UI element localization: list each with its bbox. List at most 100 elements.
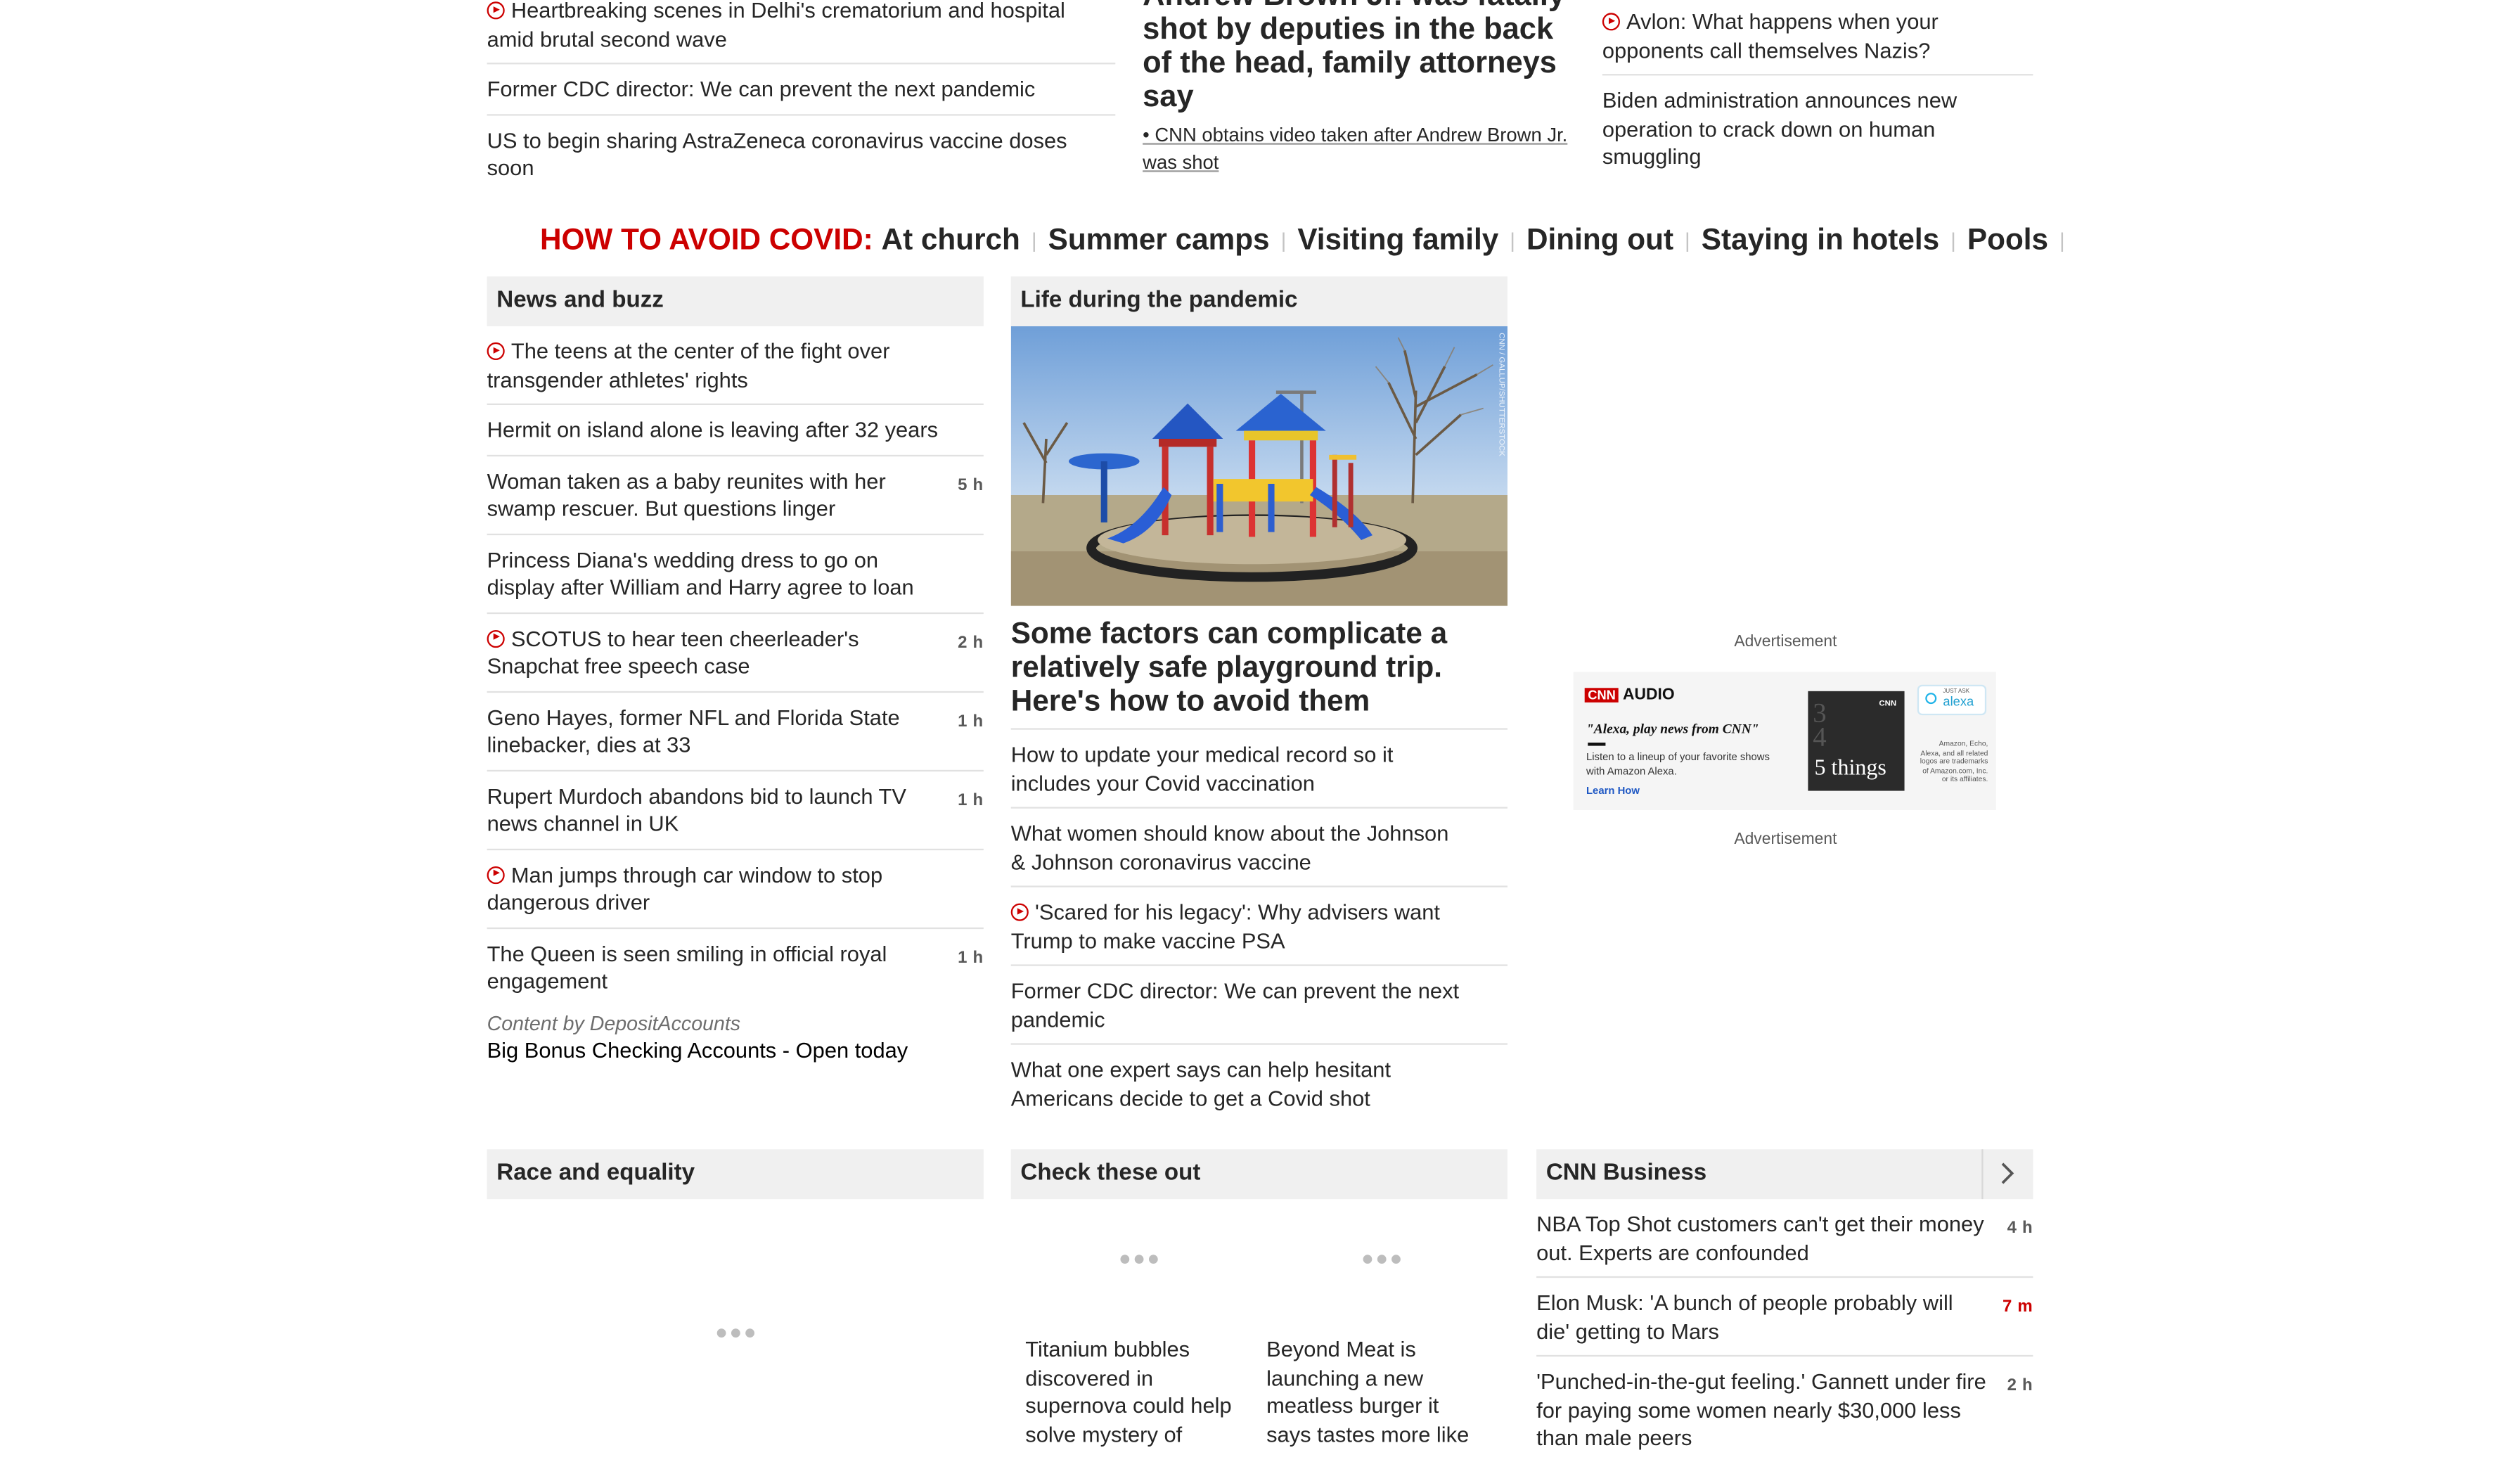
- list-item[interactable]: 'Punched-in-the-gut feeling.' Gannett un…: [1536, 1357, 2033, 1462]
- pandemic-section: Life during the pandemic CNN / GALLUP/SH…: [1010, 276, 1508, 1122]
- section-header[interactable]: Race and equality: [487, 1149, 984, 1200]
- news-buzz-section: News and buzz The teens at the center of…: [487, 276, 984, 1062]
- headline-text[interactable]: Former CDC director: We can prevent the …: [1011, 979, 1459, 1031]
- related-link[interactable]: • CNN obtains video taken after Andrew B…: [1143, 122, 1580, 177]
- sponsor-label: Content by DepositAccounts: [487, 1011, 741, 1034]
- ad-label: Advertisement: [1734, 633, 1837, 651]
- section-header[interactable]: News and buzz: [487, 276, 984, 326]
- timestamp: 7 m: [2002, 1297, 2033, 1316]
- play-icon: [487, 865, 505, 883]
- list-item[interactable]: Geno Hayes, former NFL and Florida State…: [487, 692, 984, 771]
- promo-card[interactable]: Beyond Meat is launching a new meatless …: [1266, 1335, 1484, 1448]
- list-item[interactable]: SCOTUS to hear teen cheerleader's Snapch…: [487, 613, 984, 692]
- ad-label: Advertisement: [1734, 831, 1837, 849]
- list-item[interactable]: What one expert says can help hesitant A…: [1011, 1045, 1508, 1122]
- list-item[interactable]: Avlon: What happens when your opponents …: [1602, 0, 2033, 76]
- headline-text[interactable]: NBA Top Shot customers can't get their m…: [1536, 1212, 1984, 1264]
- timestamp: 1 h: [958, 711, 984, 731]
- headline-text[interactable]: Geno Hayes, former NFL and Florida State…: [487, 705, 900, 757]
- howto-link-hotels[interactable]: Staying in hotels: [1702, 222, 1939, 255]
- list-item[interactable]: Rupert Murdoch abandons bid to launch TV…: [487, 771, 984, 849]
- timestamp: 2 h: [2007, 1376, 2033, 1395]
- image-credit: CNN / GALLUP/SHUTTERSTOCK: [1496, 333, 1506, 456]
- headline-text[interactable]: Hermit on island alone is leaving after …: [487, 418, 938, 442]
- list-item[interactable]: How to update your medical record so it …: [1010, 730, 1508, 809]
- list-item[interactable]: 'Scared for his legacy': Why advisers wa…: [1010, 887, 1508, 966]
- headline-text[interactable]: How to update your medical record so it …: [1011, 743, 1394, 795]
- pandemic-list: How to update your medical record so it …: [1010, 730, 1508, 1122]
- ad-legal: Amazon, Echo, Alexa, and all related log…: [1920, 739, 1988, 783]
- headline-text[interactable]: Rupert Murdoch abandons bid to launch TV…: [487, 783, 906, 835]
- play-icon: [1602, 13, 1620, 31]
- howto-link-church[interactable]: At church: [882, 222, 1020, 255]
- timestamp: 4 h: [2007, 1218, 2033, 1238]
- list-item[interactable]: Man jumps through car window to stop dan…: [487, 849, 984, 928]
- how-to-avoid-covid-bar: HOW TO AVOID COVID: At church | Summer cam…: [539, 222, 2065, 256]
- headline-text[interactable]: 'Scared for his legacy': Why advisers wa…: [1011, 900, 1440, 952]
- headline-text[interactable]: What one expert says can help hesitant A…: [1011, 1058, 1391, 1110]
- list-item[interactable]: US to begin sharing AstraZeneca coronavi…: [487, 115, 1116, 192]
- alexa-ring-icon: [1925, 693, 1937, 705]
- section-header[interactable]: Check these out: [1010, 1149, 1508, 1200]
- timestamp: 5 h: [958, 475, 984, 494]
- timestamp: 1 h: [958, 947, 984, 967]
- race-section: Race and equality ●●●: [487, 1149, 984, 1344]
- section-header[interactable]: Life during the pandemic: [1010, 276, 1508, 326]
- play-icon: [487, 342, 505, 360]
- learn-how-link[interactable]: Learn How: [1586, 786, 1640, 797]
- list-item[interactable]: Hermit on island alone is leaving after …: [487, 405, 984, 456]
- list-item[interactable]: Biden administration announces new opera…: [1602, 75, 2033, 181]
- playground-image[interactable]: CNN / GALLUP/SHUTTERSTOCK: [1010, 326, 1508, 606]
- play-icon: [487, 629, 505, 647]
- headline[interactable]: Andrew Brown Jr. was fatally shot by dep…: [1143, 0, 1580, 114]
- list-item[interactable]: Elon Musk: 'A bunch of people probably w…: [1536, 1278, 2033, 1357]
- headline-text[interactable]: Woman taken as a baby reunites with her …: [487, 468, 886, 520]
- headline-text[interactable]: What women should know about the Johnson…: [1011, 821, 1449, 873]
- list-item[interactable]: NBA Top Shot customers can't get their m…: [1536, 1199, 2033, 1278]
- list-item[interactable]: Princess Diana's wedding dress to go on …: [487, 534, 984, 613]
- timestamp: 2 h: [958, 632, 984, 652]
- loading-indicator: ●●●: [1118, 1245, 1162, 1270]
- timestamp: 1 h: [958, 790, 984, 809]
- five-things-tile: 34 5 things CNN: [1808, 691, 1905, 791]
- top-right-list: Avlon: What happens when your opponents …: [1602, 0, 2033, 181]
- headline-text[interactable]: The teens at the center of the fight ove…: [487, 339, 890, 391]
- headline-text[interactable]: The Queen is seen smiling in official ro…: [487, 941, 887, 993]
- list-item[interactable]: Woman taken as a baby reunites with her …: [487, 456, 984, 534]
- list-item[interactable]: Former CDC director: We can prevent the …: [1010, 966, 1508, 1045]
- promo-card[interactable]: Titanium bubbles discovered in supernova…: [1025, 1335, 1238, 1448]
- play-icon: [1010, 903, 1029, 921]
- feature-headline[interactable]: Some factors can complicate a relatively…: [1010, 615, 1508, 730]
- news-buzz-list: The teens at the center of the fight ove…: [487, 326, 984, 1006]
- headline-text[interactable]: Man jumps through car window to stop dan…: [487, 862, 883, 914]
- howto-label: HOW TO AVOID COVID:: [539, 222, 873, 256]
- howto-link-camps[interactable]: Summer camps: [1048, 222, 1270, 255]
- loading-indicator: ●●●: [715, 1319, 758, 1344]
- audio-label: AUDIO: [1623, 686, 1675, 705]
- howto-link-family[interactable]: Visiting family: [1297, 222, 1498, 255]
- headline-text[interactable]: 'Punched-in-the-gut feeling.' Gannett un…: [1536, 1369, 1986, 1449]
- top-center-story: Andrew Brown Jr. was fatally shot by dep…: [1143, 0, 1580, 177]
- headline-text[interactable]: SCOTUS to hear teen cheerleader's Snapch…: [487, 626, 859, 678]
- sponsor-link[interactable]: Big Bonus Checking Accounts - Open today: [487, 1037, 984, 1061]
- list-item[interactable]: What women should know about the Johnson…: [1010, 809, 1508, 887]
- chevron-right-icon[interactable]: [1981, 1149, 2033, 1200]
- loading-indicator: ●●●: [1361, 1245, 1404, 1270]
- list-item[interactable]: The Queen is seen smiling in official ro…: [487, 928, 984, 1006]
- ad-quote: "Alexa, play news from CNN": [1586, 719, 1759, 736]
- cnn-logo: CNN: [1584, 688, 1619, 703]
- top-left-list: Heartbreaking scenes in Delhi's cremator…: [487, 0, 1116, 192]
- business-section: CNN Business NBA Top Shot customers can'…: [1536, 1149, 2033, 1462]
- headline-text[interactable]: Elon Musk: 'A bunch of people probably w…: [1536, 1290, 1953, 1342]
- howto-link-dining[interactable]: Dining out: [1526, 222, 1673, 255]
- list-item[interactable]: Heartbreaking scenes in Delhi's cremator…: [487, 0, 1116, 65]
- five-things-label: 5 things: [1814, 757, 1886, 781]
- list-item[interactable]: The teens at the center of the fight ove…: [487, 326, 984, 405]
- check-section: Check these out ●●● ●●● Titanium bubbles…: [1010, 1149, 1508, 1446]
- headline-text[interactable]: Princess Diana's wedding dress to go on …: [487, 547, 914, 599]
- section-header[interactable]: CNN Business: [1536, 1149, 2033, 1200]
- list-item[interactable]: Former CDC director: We can prevent the …: [487, 64, 1116, 115]
- cnn-audio-ad[interactable]: CNN AUDIO "Alexa, play news from CNN" Li…: [1573, 672, 1996, 810]
- howto-link-pools[interactable]: Pools: [1967, 222, 2048, 255]
- business-list: NBA Top Shot customers can't get their m…: [1536, 1199, 2033, 1462]
